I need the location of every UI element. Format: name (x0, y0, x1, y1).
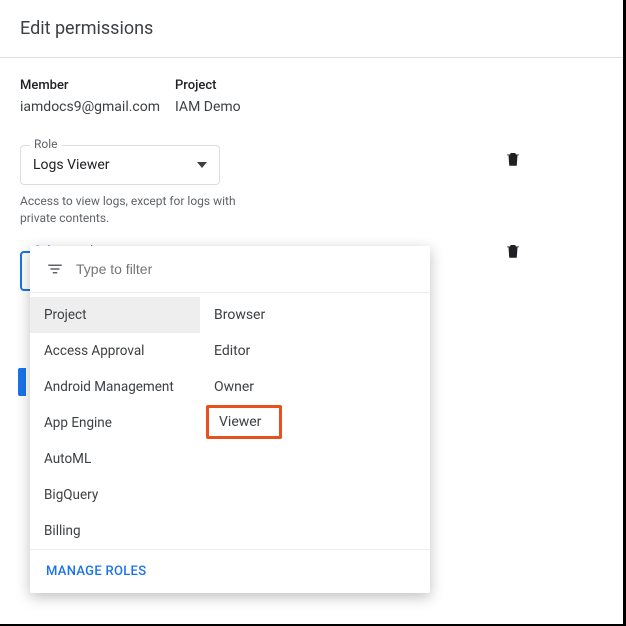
save-button-stub[interactable] (18, 368, 26, 396)
member-value: iamdocs9@gmail.com (20, 99, 175, 115)
role-item-browser[interactable]: Browser (200, 297, 279, 333)
filter-input[interactable] (76, 261, 276, 277)
roles-column: Browser Editor Owner Viewer (200, 293, 430, 549)
role-1-select[interactable]: Logs Viewer (20, 145, 220, 185)
project-col: Project IAM Demo (175, 78, 330, 115)
info-row: Member iamdocs9@gmail.com Project IAM De… (20, 78, 603, 115)
project-value: IAM Demo (175, 99, 330, 115)
filter-icon (46, 260, 64, 278)
role-picker-popup: Project Access Approval Android Manageme… (30, 246, 430, 593)
trash-icon (504, 242, 522, 260)
trash-icon (504, 150, 522, 168)
dropdown-icon (197, 162, 207, 168)
panel-header: Edit permissions (0, 0, 623, 58)
role-1-value: Logs Viewer (33, 157, 110, 173)
delete-role-2-button[interactable] (504, 242, 522, 264)
member-label: Member (20, 78, 175, 93)
category-item-access-approval[interactable]: Access Approval (30, 333, 200, 369)
panel-title: Edit permissions (20, 18, 603, 39)
category-column[interactable]: Project Access Approval Android Manageme… (30, 293, 200, 549)
category-item-billing[interactable]: Billing (30, 513, 200, 549)
edit-permissions-panel: Edit permissions Member iamdocs9@gmail.c… (0, 0, 626, 626)
role-item-editor[interactable]: Editor (200, 333, 264, 369)
project-label: Project (175, 78, 330, 93)
member-col: Member iamdocs9@gmail.com (20, 78, 175, 115)
role-item-viewer[interactable]: Viewer (206, 405, 282, 439)
category-item-automl[interactable]: AutoML (30, 441, 200, 477)
category-item-android-management[interactable]: Android Management (30, 369, 200, 405)
category-item-bigquery[interactable]: BigQuery (30, 477, 200, 513)
role-1-helper: Access to view logs, except for logs wit… (20, 193, 270, 227)
delete-role-1-button[interactable] (504, 150, 522, 172)
manage-roles-button[interactable]: MANAGE ROLES (30, 549, 430, 593)
picker-columns: Project Access Approval Android Manageme… (30, 293, 430, 549)
role-item-owner[interactable]: Owner (200, 369, 268, 405)
category-item-app-engine[interactable]: App Engine (30, 405, 200, 441)
filter-bar (30, 246, 430, 293)
category-item-project[interactable]: Project (30, 297, 200, 333)
role-1-legend: Role (30, 137, 62, 151)
